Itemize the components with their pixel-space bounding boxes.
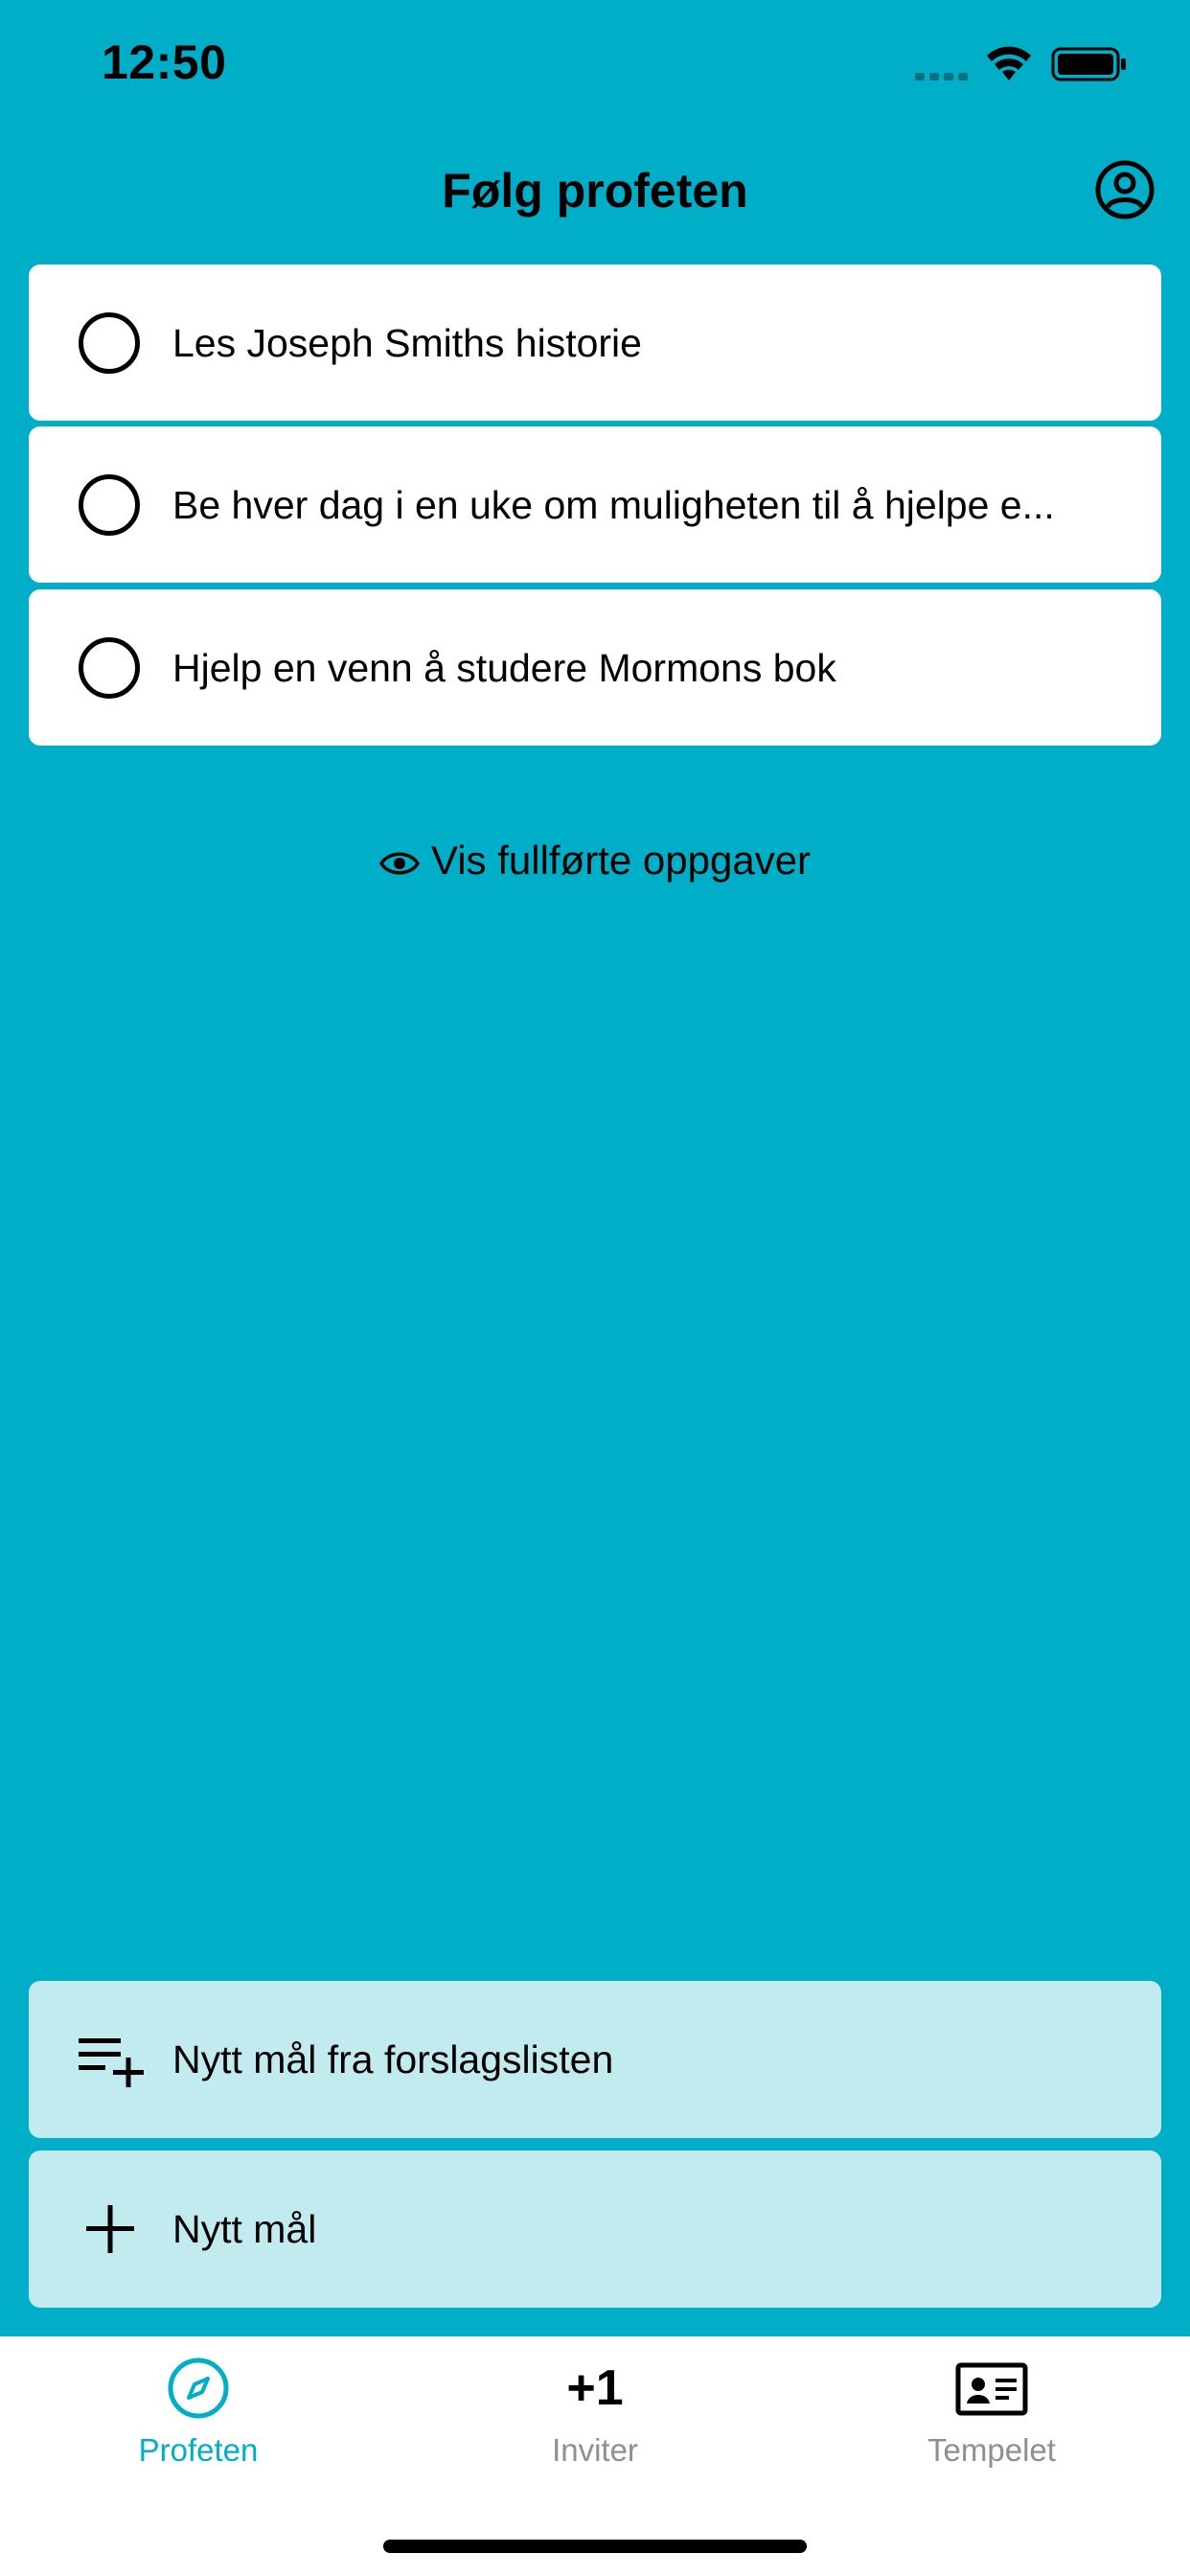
home-indicator — [383, 2540, 807, 2553]
plus-one-icon: +1 — [566, 2360, 624, 2416]
tab-label: Inviter — [552, 2432, 638, 2468]
eye-icon — [378, 852, 420, 875]
task-item[interactable]: Les Joseph Smiths historie — [29, 264, 1161, 421]
action-label: Nytt mål — [172, 2207, 317, 2251]
status-time: 12:50 — [102, 35, 227, 89]
tab-profeten[interactable]: Profeten — [0, 2336, 397, 2490]
show-completed-label: Vis fullførte oppgaver — [430, 838, 812, 883]
battery-icon — [1051, 47, 1126, 81]
id-card-icon — [955, 2362, 1028, 2416]
task-label: Be hver dag i en uke om muligheten til å… — [172, 483, 1055, 527]
new-goal-button[interactable]: Nytt mål — [29, 2150, 1161, 2308]
person-circle-icon[interactable] — [1094, 159, 1156, 220]
show-completed-button[interactable]: Vis fullførte oppgaver — [0, 832, 1190, 889]
tab-label: Profeten — [138, 2432, 259, 2468]
task-label: Les Joseph Smiths historie — [172, 321, 642, 365]
task-checkbox[interactable] — [79, 312, 140, 374]
compass-icon — [168, 2358, 229, 2419]
action-label: Nytt mål fra forslagslisten — [172, 2037, 614, 2082]
plus-icon — [86, 2205, 134, 2253]
wifi-icon — [987, 46, 1031, 80]
status-bar: 12:50 — [0, 0, 1190, 134]
task-checkbox[interactable] — [79, 474, 140, 536]
new-goal-from-suggestions-button[interactable]: Nytt mål fra forslagslisten — [29, 1981, 1161, 2138]
page-title: Følg profeten — [442, 164, 748, 218]
tab-label: Tempelet — [927, 2432, 1056, 2468]
navigation-bar: Følg profeten — [0, 134, 1190, 249]
task-item[interactable]: Be hver dag i en uke om muligheten til å… — [29, 426, 1161, 583]
task-item[interactable]: Hjelp en venn å studere Mormons bok — [29, 589, 1161, 746]
playlist-add-icon — [79, 2038, 144, 2087]
tab-inviter[interactable]: +1 Inviter — [397, 2336, 793, 2490]
task-label: Hjelp en venn å studere Mormons bok — [172, 646, 836, 690]
cellular-signal-icon — [915, 69, 971, 80]
task-checkbox[interactable] — [79, 637, 140, 699]
tab-tempelet[interactable]: Tempelet — [793, 2336, 1190, 2490]
